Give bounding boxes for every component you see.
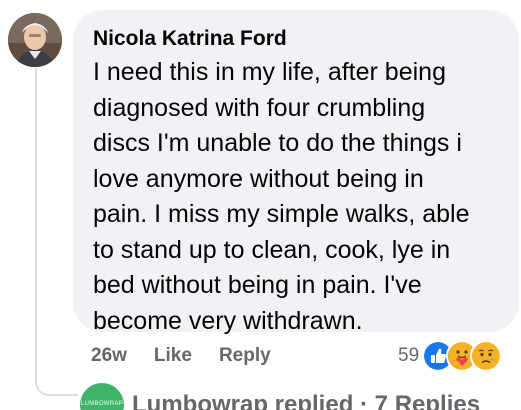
author-avatar[interactable] [8, 13, 62, 67]
reaction-summary[interactable]: 59 [398, 340, 503, 372]
view-replies-link[interactable]: LUMBOWRAP Lumbowrap replied · 7 Replies [80, 383, 480, 410]
thread-connector-line [35, 68, 78, 396]
comment-actions: 26w Like Reply [91, 342, 298, 370]
comment-thread: Nicola Katrina Ford I need this in my li… [0, 0, 521, 410]
like-button[interactable]: Like [154, 345, 192, 367]
comment-bubble: Nicola Katrina Ford I need this in my li… [73, 10, 519, 335]
replies-summary-text[interactable]: Lumbowrap replied · 7 Replies [132, 391, 480, 410]
replier-avatar[interactable]: LUMBOWRAP [80, 383, 124, 410]
profile-photo-icon [8, 13, 62, 67]
reaction-count: 59 [398, 345, 420, 366]
lumbowrap-logo-text: LUMBOWRAP [80, 401, 124, 407]
sad-icon [470, 340, 503, 372]
comment-text: I need this in my life, after being diag… [93, 58, 470, 335]
reply-button[interactable]: Reply [219, 345, 271, 367]
comment-timestamp[interactable]: 26w [91, 345, 127, 367]
comment-author-name[interactable]: Nicola Katrina Ford [93, 26, 499, 52]
